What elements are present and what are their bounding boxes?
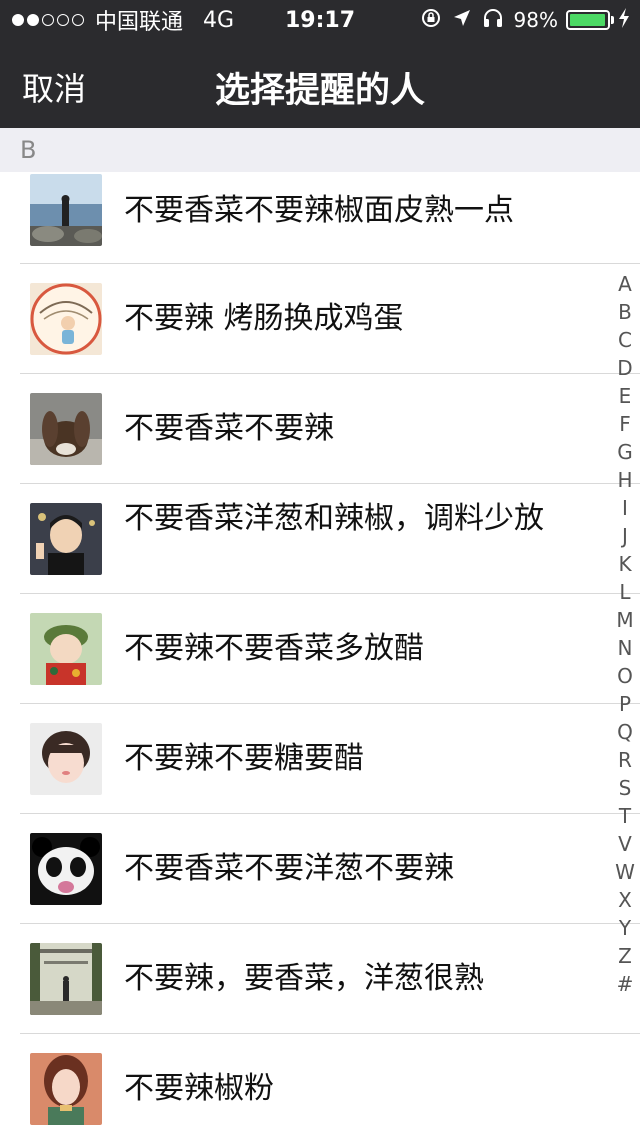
index-letter[interactable]: X (610, 886, 640, 914)
contact-name: 不要香菜洋葱和辣椒，调料少放 (124, 501, 544, 536)
contact-name: 不要辣 烤肠换成鸡蛋 (124, 301, 404, 336)
index-letter[interactable]: W (610, 858, 640, 886)
contact-name: 不要香菜不要辣 (124, 411, 334, 446)
index-letter[interactable]: P (610, 690, 640, 718)
index-letter[interactable]: D (610, 354, 640, 382)
index-letter[interactable]: R (610, 746, 640, 774)
avatar (30, 1053, 102, 1125)
location-arrow-icon (452, 8, 472, 33)
index-letter[interactable]: L (610, 578, 640, 606)
avatar (30, 174, 102, 246)
battery-body (566, 10, 610, 30)
section-letter: B (20, 136, 37, 164)
contact-row[interactable]: 不要香菜不要辣椒面皮熟一点 (0, 172, 640, 264)
charging-bolt-icon (618, 7, 630, 33)
avatar (30, 943, 102, 1015)
contact-row[interactable]: 不要辣不要糖要醋 (0, 704, 640, 814)
index-letter[interactable]: F (610, 410, 640, 438)
index-letter[interactable]: Z (610, 942, 640, 970)
index-letter[interactable]: # (610, 970, 640, 998)
index-letter[interactable]: S (610, 774, 640, 802)
battery-icon (566, 10, 614, 30)
index-letter[interactable]: O (610, 662, 640, 690)
contact-row[interactable]: 不要香菜不要辣 (0, 374, 640, 484)
status-right: 98% (410, 0, 630, 40)
index-letter[interactable]: H (610, 466, 640, 494)
index-letter[interactable]: C (610, 326, 640, 354)
index-letter[interactable]: I (610, 494, 640, 522)
index-letter[interactable]: E (610, 382, 640, 410)
index-letter[interactable]: T (610, 802, 640, 830)
battery-cap (611, 16, 614, 24)
alphabet-index[interactable]: A B C D E F G H I J K L M N O P Q R S T V W X Y Z # (610, 270, 640, 998)
contact-row[interactable]: 不要辣，要香菜，洋葱很熟 (0, 924, 640, 1034)
contact-list: 不要香菜不要辣椒面皮熟一点 不要辣 烤肠换成鸡蛋 不要香菜不要辣 不要香菜洋葱和… (0, 172, 640, 1144)
index-letter[interactable]: G (610, 438, 640, 466)
page-title: 选择提醒的人 (214, 71, 425, 111)
avatar (30, 283, 102, 355)
contact-row[interactable]: 不要辣不要香菜多放醋 (0, 594, 640, 704)
index-letter[interactable]: K (610, 550, 640, 578)
contact-name: 不要辣不要香菜多放醋 (124, 631, 424, 666)
avatar (30, 723, 102, 795)
status-bar: 中国联通 4G 19:17 98% (0, 0, 640, 40)
index-letter[interactable]: N (610, 634, 640, 662)
section-header: B (0, 128, 640, 172)
avatar (30, 393, 102, 465)
index-letter[interactable]: V (610, 830, 640, 858)
contact-name: 不要辣，要香菜，洋葱很熟 (124, 961, 484, 996)
contact-row[interactable]: 不要辣椒粉 (0, 1034, 640, 1144)
index-letter[interactable]: Q (610, 718, 640, 746)
contact-row[interactable]: 不要辣 烤肠换成鸡蛋 (0, 264, 640, 374)
index-letter[interactable]: J (610, 522, 640, 550)
avatar (30, 613, 102, 685)
contact-row[interactable]: 不要香菜洋葱和辣椒，调料少放 (0, 484, 640, 594)
battery-percent: 98% (513, 8, 558, 32)
contact-name: 不要香菜不要洋葱不要辣 (124, 851, 454, 886)
index-letter[interactable]: M (610, 606, 640, 634)
headphones-icon (482, 7, 504, 34)
contact-name: 不要辣椒粉 (124, 1071, 274, 1106)
index-letter[interactable]: B (610, 298, 640, 326)
avatar (30, 833, 102, 905)
index-letter[interactable]: Y (610, 914, 640, 942)
index-letter[interactable]: A (610, 270, 640, 298)
avatar (30, 503, 102, 575)
contact-row[interactable]: 不要香菜不要洋葱不要辣 (0, 814, 640, 924)
contact-name: 不要辣不要糖要醋 (124, 741, 364, 776)
navigation-bar: 取消 选择提醒的人 (0, 40, 640, 128)
contact-name: 不要香菜不要辣椒面皮熟一点 (124, 193, 514, 228)
battery-level (570, 14, 606, 26)
rotation-lock-icon (420, 7, 442, 34)
